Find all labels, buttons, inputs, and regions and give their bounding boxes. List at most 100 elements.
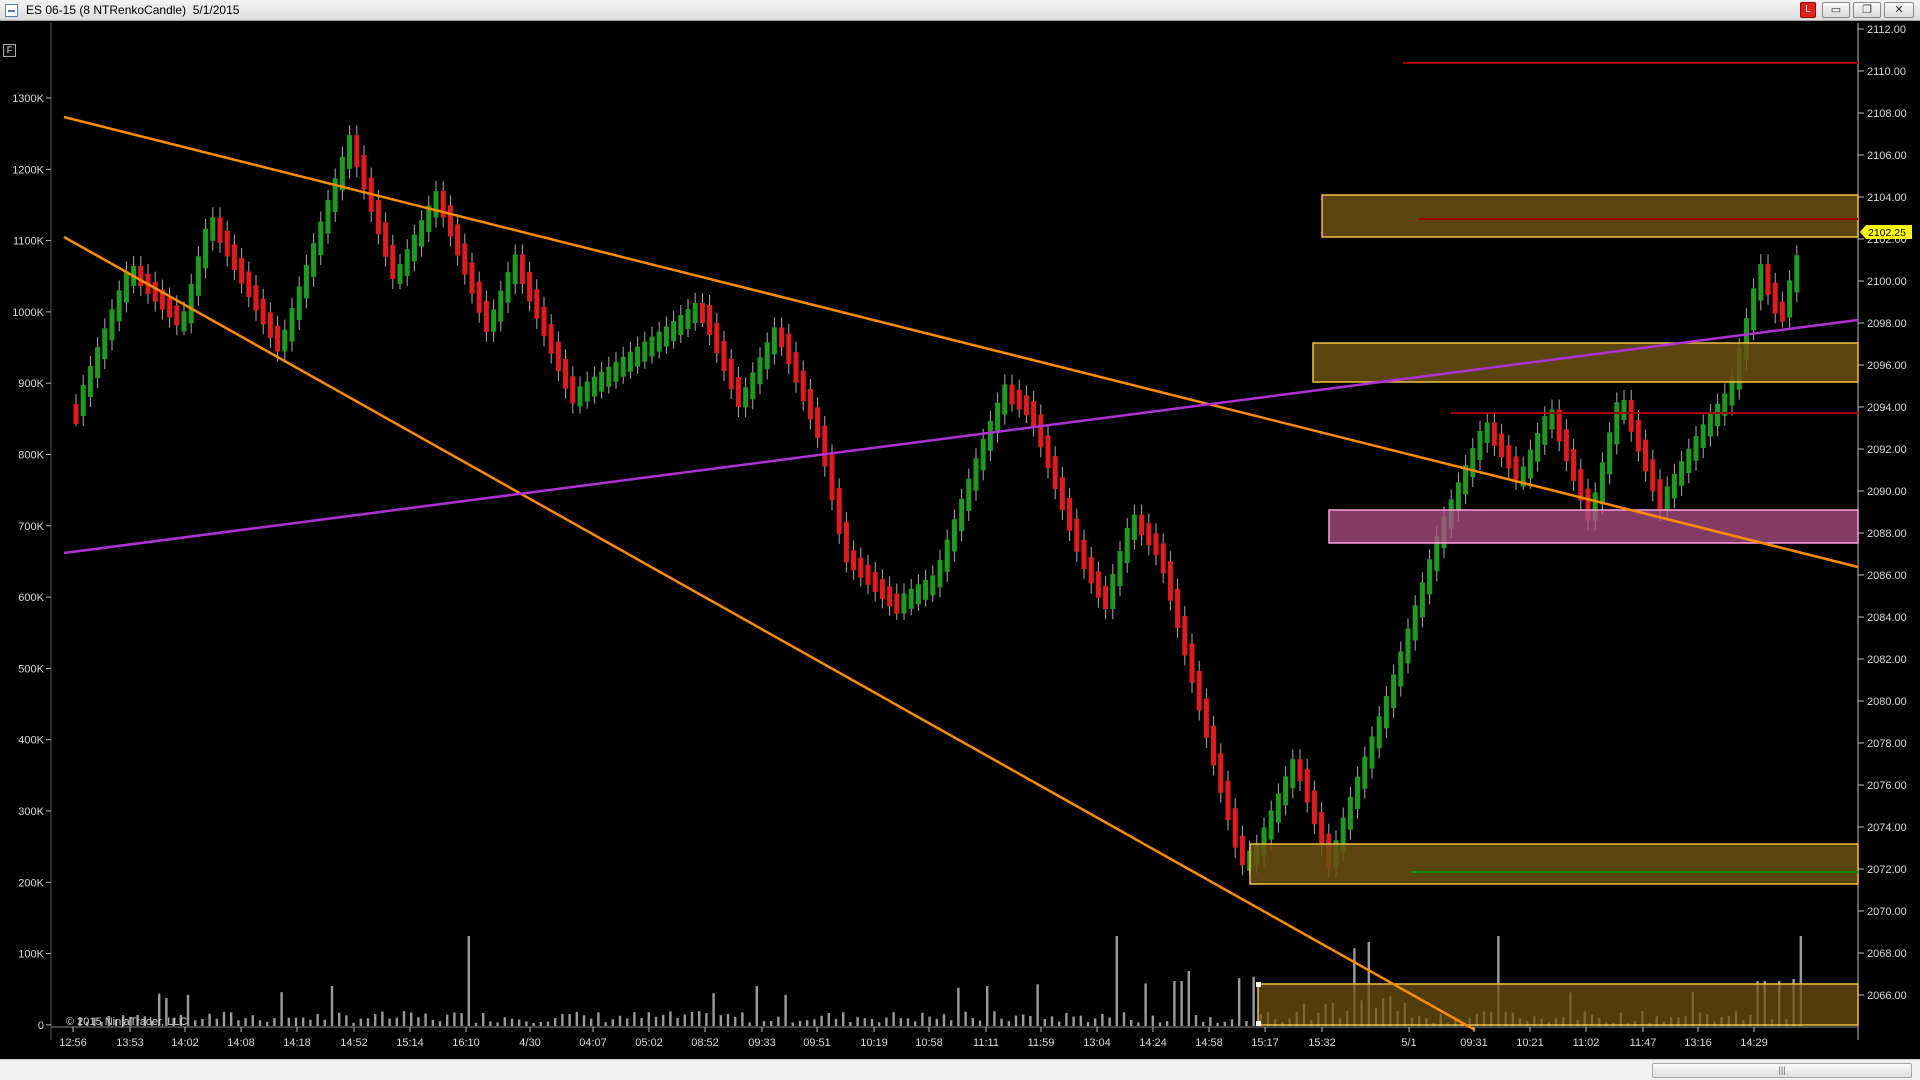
chart-panel[interactable]: 2112.00 2110.00 2108.00 2106.00 2104.00 2102.… — [0, 21, 1920, 1059]
zone-anchor-handle[interactable] — [1256, 982, 1261, 987]
time-axis-label: 14:02 — [171, 1037, 199, 1049]
candle-down — [721, 341, 727, 371]
close-button[interactable]: ✕ — [1884, 2, 1914, 18]
pink-zone[interactable] — [1328, 509, 1859, 544]
volume-bar — [539, 1021, 542, 1026]
volume-bar — [222, 1011, 226, 1026]
minimize-button[interactable]: ▭ — [1822, 2, 1850, 18]
volume-bar — [1166, 1021, 1169, 1026]
candle-down — [462, 243, 468, 275]
chart-properties-icon[interactable]: F — [3, 44, 16, 57]
candle-up — [757, 357, 763, 385]
candle-down — [563, 359, 569, 389]
candle-up — [505, 272, 511, 303]
window-title: ES 06-15 (8 NTRenkoCandle) 5/1/2015 — [26, 3, 240, 17]
candle-down — [73, 404, 79, 424]
candle-up — [973, 458, 979, 491]
candle-down — [1203, 698, 1209, 738]
volume-bar — [928, 1016, 931, 1026]
candle-up — [80, 385, 86, 416]
candle-down — [1635, 419, 1641, 452]
volume-bar — [770, 1020, 773, 1026]
volume-bar — [690, 1012, 694, 1026]
volume-bar — [1209, 1017, 1212, 1026]
app-icon[interactable] — [5, 4, 18, 17]
candle-down — [217, 217, 223, 243]
volume-bar — [762, 1021, 766, 1026]
candle-up — [1117, 551, 1123, 587]
volume-bar — [554, 1018, 557, 1026]
candle-down — [851, 550, 857, 571]
candle-up — [980, 438, 986, 471]
candle-down — [447, 205, 453, 237]
candle-up — [195, 256, 201, 296]
candle-up — [1470, 448, 1476, 478]
candle-up — [116, 290, 122, 322]
price-chart[interactable]: 2112.00 2110.00 2108.00 2106.00 2104.00 2102.… — [0, 21, 1920, 1059]
support-zone[interactable] — [1249, 843, 1859, 885]
volume-bar — [582, 1015, 586, 1026]
candle-down — [1499, 433, 1505, 458]
volume-bar — [1050, 1016, 1054, 1026]
candle-down — [1297, 759, 1303, 781]
candle-down — [1657, 479, 1663, 511]
volume-zone[interactable] — [1257, 983, 1859, 1026]
candle-down — [1319, 812, 1325, 846]
candle-down — [570, 376, 576, 404]
candle-down — [354, 135, 360, 168]
horizontal-scrollbar[interactable]: ||| — [0, 1059, 1920, 1080]
candle-down — [555, 341, 561, 372]
candle-down — [1765, 264, 1771, 295]
candle-down — [1304, 769, 1310, 803]
candle-up — [771, 327, 777, 355]
volume-bar — [546, 1021, 550, 1026]
volume-bar — [993, 1011, 996, 1026]
volume-bar — [446, 1014, 449, 1026]
volume-bar — [215, 1018, 218, 1026]
volume-bar — [698, 1011, 701, 1026]
candle-up — [1599, 462, 1605, 505]
zone-anchor-handle[interactable] — [1256, 1021, 1261, 1026]
volume-bar — [755, 985, 758, 1026]
candle-up — [1535, 432, 1541, 462]
candle-up — [1369, 736, 1375, 769]
volume-bar — [813, 1019, 816, 1026]
candle-down — [1506, 445, 1512, 469]
volume-bar — [906, 1018, 910, 1026]
maximize-button[interactable]: ❐ — [1853, 2, 1881, 18]
candle-up — [1405, 628, 1411, 664]
link-button[interactable]: L — [1800, 2, 1816, 18]
candle-down — [1081, 539, 1087, 569]
volume-bar — [453, 1012, 456, 1026]
volume-bar — [935, 1018, 938, 1026]
candle-down — [843, 521, 849, 563]
volume-bar — [482, 1013, 485, 1026]
time-axis-label: 11:02 — [1573, 1037, 1600, 1049]
candle-up — [678, 315, 684, 335]
volume-bar — [266, 1021, 269, 1026]
volume-bar — [1216, 1022, 1219, 1026]
candle-up — [1693, 436, 1699, 461]
volume-bar — [640, 1017, 643, 1026]
candle-up — [1477, 430, 1483, 461]
volume-bar — [683, 1014, 686, 1026]
volume-bar — [474, 1022, 478, 1026]
candle-down — [1095, 571, 1101, 598]
candle-up — [181, 311, 187, 332]
candle-up — [1707, 414, 1713, 437]
volume-bar — [1058, 1021, 1061, 1026]
price-axis-label: 2096.00 — [1867, 360, 1907, 372]
volume-bar — [842, 1012, 845, 1026]
candle-down — [1182, 616, 1188, 656]
volume-bar — [957, 987, 960, 1026]
candle-up — [1131, 514, 1137, 540]
candle-down — [1628, 400, 1634, 432]
candle-up — [1787, 280, 1793, 318]
volume-bar — [208, 1013, 211, 1026]
resistance-zone-top[interactable] — [1321, 194, 1859, 238]
candle-down — [1650, 459, 1656, 492]
resistance-zone-mid[interactable] — [1312, 342, 1859, 383]
price-axis-label: 2100.00 — [1867, 276, 1907, 288]
scrollbar-thumb[interactable]: ||| — [1652, 1063, 1912, 1078]
candle-down — [836, 488, 842, 534]
